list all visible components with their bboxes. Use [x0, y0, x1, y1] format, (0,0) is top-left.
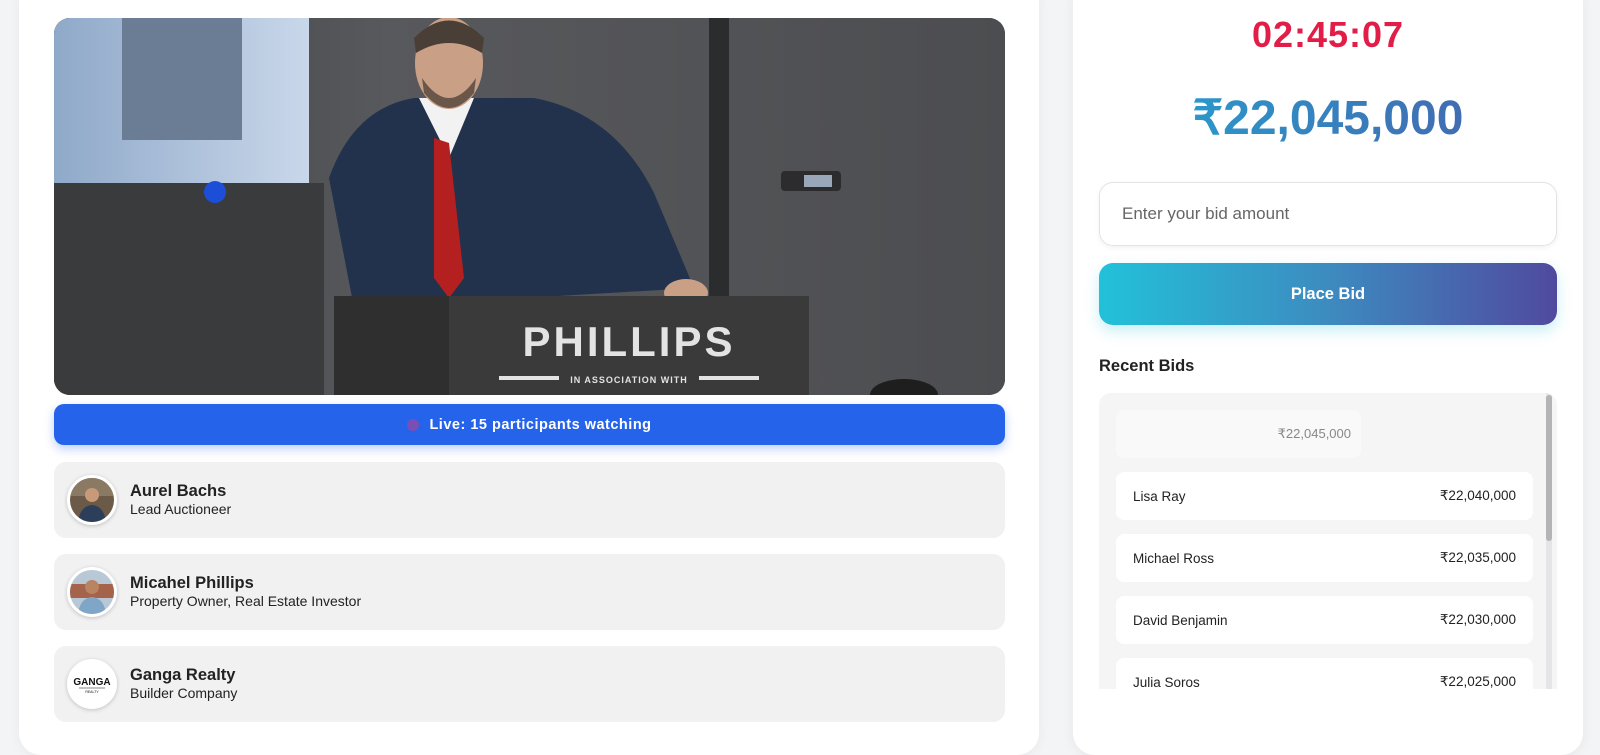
participant-card: GANGA REALTY Ganga Realty Builder Compan… — [54, 646, 1005, 722]
owner-avatar-icon — [70, 570, 114, 614]
list-item: Julia Soros ₹22,025,000 — [1116, 658, 1533, 689]
avatar: GANGA REALTY — [67, 659, 117, 709]
live-indicator-icon — [407, 418, 420, 431]
bid-amount-input[interactable] — [1099, 182, 1557, 246]
svg-text:GANGA: GANGA — [73, 677, 110, 688]
podium-brand: PHILLIPS — [522, 318, 735, 365]
avatar — [67, 567, 117, 617]
latest-bid-item: ₹22,045,000 — [1116, 410, 1361, 458]
live-video[interactable]: PHILLIPS IN ASSOCIATION WITH — [54, 18, 1005, 395]
auctioneer-avatar-icon — [70, 478, 114, 522]
bid-amount: ₹22,025,000 — [1439, 674, 1516, 689]
list-item: David Benjamin ₹22,030,000 — [1116, 596, 1533, 644]
list-item: Michael Ross ₹22,035,000 — [1116, 534, 1533, 582]
list-item: Lisa Ray ₹22,040,000 — [1116, 472, 1533, 520]
podium-tagline: IN ASSOCIATION WITH — [570, 375, 688, 385]
place-bid-button[interactable]: Place Bid — [1099, 263, 1557, 325]
participant-name: Ganga Realty — [130, 666, 236, 684]
bidder-name: Julia Soros — [1133, 674, 1200, 690]
countdown-timer: 02:45:07 — [1251, 14, 1405, 55]
bid-amount: ₹22,030,000 — [1439, 612, 1516, 627]
bid-amount: ₹22,035,000 — [1439, 550, 1516, 565]
participant-role: Builder Company — [130, 685, 238, 701]
ganga-realty-logo: GANGA REALTY — [70, 662, 114, 706]
auctioneer-video-frame: PHILLIPS IN ASSOCIATION WITH — [54, 18, 1005, 395]
recent-bids-title: Recent Bids — [1099, 357, 1195, 375]
bidder-name: David Benjamin — [1133, 612, 1228, 628]
bidder-name: Lisa Ray — [1133, 488, 1186, 504]
bidder-name: Michael Ross — [1133, 550, 1215, 566]
latest-bid-amount: ₹22,045,000 — [1277, 426, 1351, 441]
svg-text:REALTY: REALTY — [85, 690, 99, 694]
current-price: ₹22,045,000 — [1073, 90, 1583, 146]
participant-card: Aurel Bachs Lead Auctioneer — [54, 462, 1005, 538]
avatar — [67, 475, 117, 525]
live-status-text: Live: 15 participants watching — [429, 416, 652, 433]
participant-name: Micahel Phillips — [130, 574, 254, 592]
participant-name: Aurel Bachs — [130, 482, 227, 500]
scrollbar-thumb[interactable] — [1546, 395, 1552, 541]
participant-card: Micahel Phillips Property Owner, Real Es… — [54, 554, 1005, 630]
participant-role: Lead Auctioneer — [130, 501, 232, 517]
bid-amount: ₹22,040,000 — [1439, 488, 1516, 503]
participant-role: Property Owner, Real Estate Investor — [130, 593, 362, 609]
live-status-bar: Live: 15 participants watching — [54, 404, 1005, 445]
recent-bids-list[interactable]: ₹22,045,000 Lisa Ray ₹22,040,000 Michael… — [1099, 393, 1557, 689]
